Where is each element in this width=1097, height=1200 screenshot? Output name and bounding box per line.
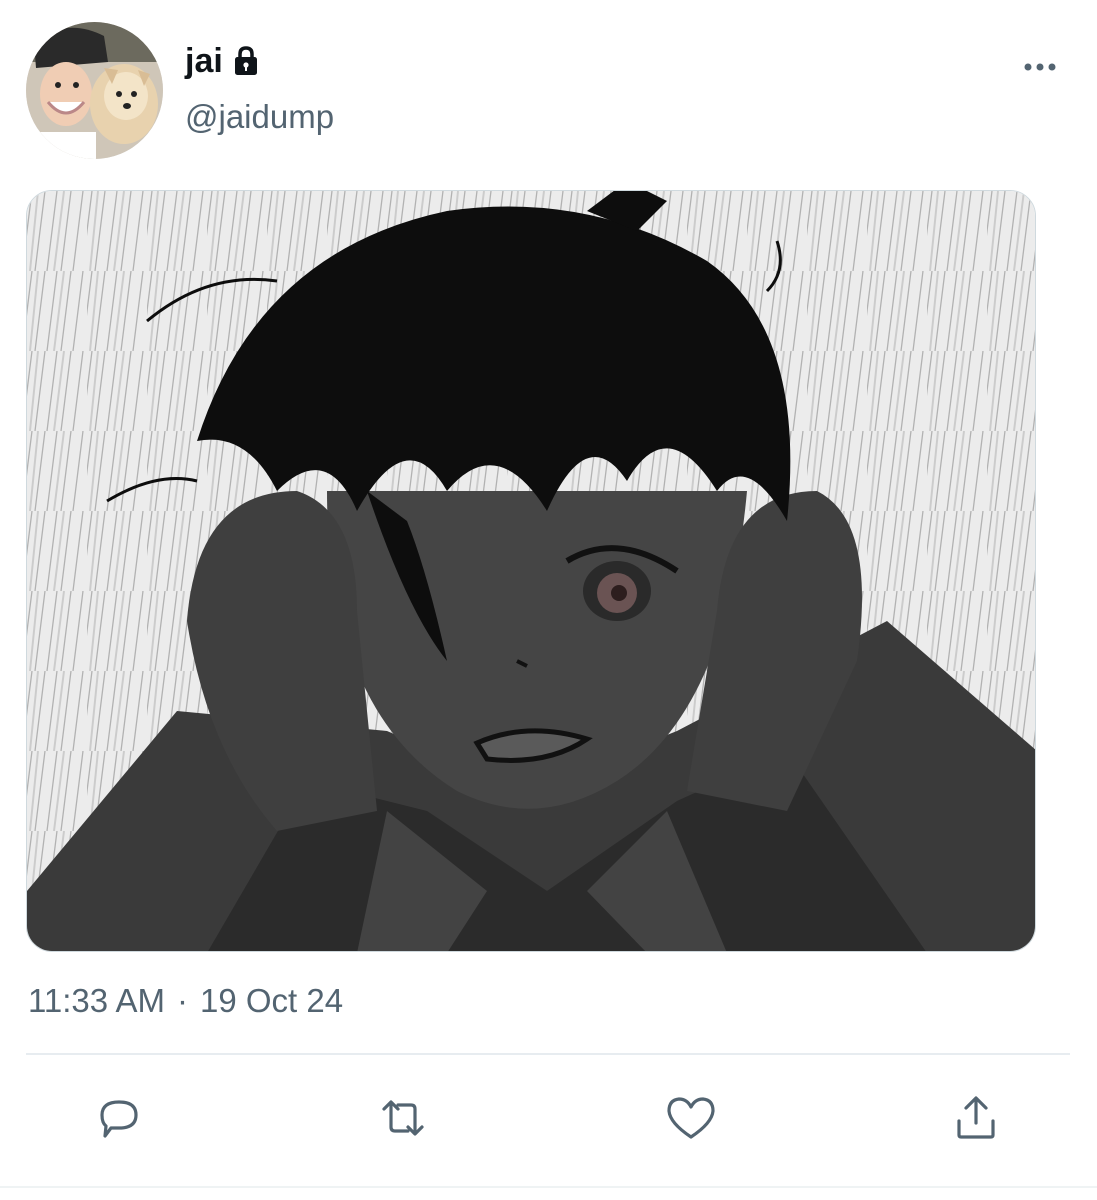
display-name[interactable]: jai — [185, 42, 223, 81]
reply-button[interactable] — [89, 1090, 149, 1150]
retweet-button[interactable] — [373, 1090, 433, 1150]
avatar[interactable] — [26, 22, 163, 159]
bottom-border — [0, 1186, 1097, 1188]
author-handle[interactable]: @jaidump — [185, 98, 334, 136]
action-bar — [0, 1090, 1097, 1154]
more-horizontal-icon[interactable] — [1020, 55, 1060, 79]
tweet-date: 19 Oct 24 — [199, 982, 344, 1019]
tweet: jai @jaidump 11:33 AM · 19 Oct 24 — [0, 0, 1097, 1200]
like-button[interactable] — [661, 1090, 721, 1150]
share-icon — [951, 1093, 1001, 1148]
share-button[interactable] — [946, 1090, 1006, 1150]
tweet-timestamp[interactable]: 11:33 AM · 19 Oct 24 — [28, 982, 343, 1020]
author-name-row: jai — [185, 38, 263, 84]
tweet-image[interactable] — [26, 190, 1036, 952]
reply-icon — [94, 1093, 144, 1148]
meta-separator: · — [176, 982, 188, 1019]
tweet-time: 11:33 AM — [28, 982, 165, 1019]
lock-icon — [229, 44, 263, 78]
like-icon — [664, 1093, 718, 1148]
divider — [26, 1053, 1070, 1055]
retweet-icon — [376, 1093, 430, 1148]
